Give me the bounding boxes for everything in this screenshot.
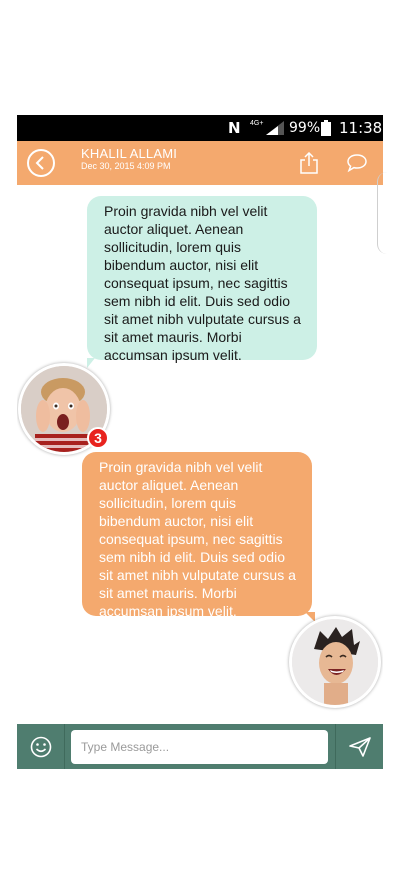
chat-screen: N 4G+ 99% 11:38 KHALIL ALLAMI Dec 30, 20… [17, 115, 383, 769]
user-photo [292, 619, 378, 705]
bubble-tail [87, 358, 95, 368]
status-bar: N 4G+ 99% 11:38 [17, 115, 383, 141]
back-arrow-icon [35, 156, 44, 170]
chat-header: KHALIL ALLAMI Dec 30, 2015 4:09 PM [17, 141, 383, 185]
device-edge [377, 172, 387, 254]
contact-date: Dec 30, 2015 4:09 PM [81, 161, 171, 171]
share-icon [300, 151, 318, 174]
back-button[interactable] [27, 149, 55, 177]
network-type-label: 4G+ [250, 119, 264, 127]
share-button[interactable] [299, 151, 319, 174]
send-icon [348, 736, 371, 757]
message-sent: Proin gravida nibh vel velit auctor aliq… [82, 452, 315, 622]
message-composer [17, 724, 383, 769]
chat-button[interactable] [346, 153, 368, 173]
contact-name: KHALIL ALLAMI [81, 146, 178, 161]
user-avatar[interactable] [289, 616, 381, 708]
send-button[interactable] [335, 724, 383, 769]
signal-icon [266, 115, 284, 141]
message-text: Proin gravida nibh vel velit auctor aliq… [99, 459, 296, 619]
emoji-button[interactable] [17, 724, 65, 769]
nfc-icon: N [228, 119, 241, 137]
message-text: Proin gravida nibh vel velit auctor aliq… [104, 203, 301, 363]
message-input[interactable] [71, 730, 328, 764]
message-received: Proin gravida nibh vel velit auctor aliq… [87, 196, 317, 368]
emoji-icon [30, 736, 51, 757]
battery-icon [321, 115, 331, 141]
unread-badge: 3 [87, 427, 109, 449]
battery-percent: 99% [289, 120, 321, 136]
clock: 11:38 [339, 119, 383, 137]
chat-bubble-icon [347, 154, 367, 173]
